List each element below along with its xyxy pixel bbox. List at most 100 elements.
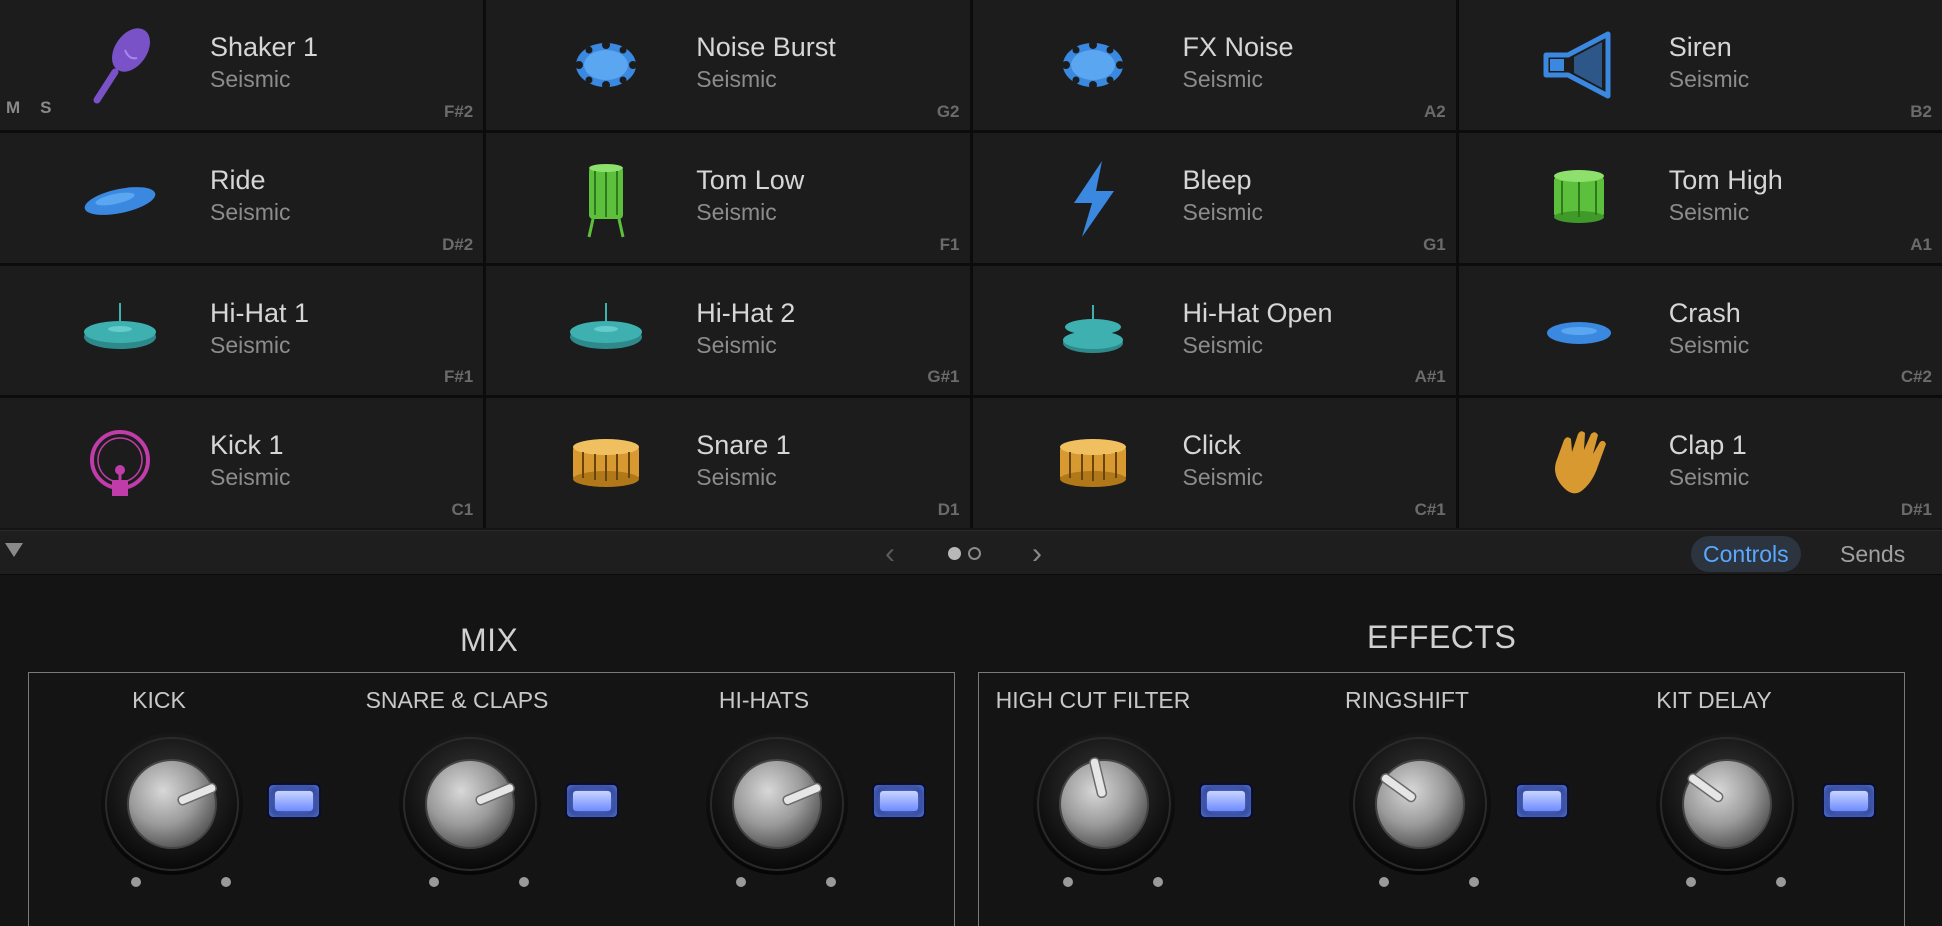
pad-library: Seismic [210, 464, 291, 491]
drum-pad[interactable]: Hi-Hat 1 Seismic F#1 [0, 265, 484, 396]
drum-pad-grid: Shaker 1 Seismic F#2 M S Noise Burst Seismic G2… [0, 0, 1942, 528]
knob-min-marker [736, 877, 746, 887]
hihat-icon [561, 285, 651, 375]
knob-max-marker [826, 877, 836, 887]
pad-name: Siren [1668, 32, 1732, 62]
cymbal-icon [75, 153, 165, 243]
pad-library: Seismic [696, 464, 777, 491]
pad-library: Seismic [1182, 464, 1264, 491]
enable-led-button[interactable] [1822, 783, 1876, 819]
drum-pad[interactable]: Crash Seismic C#2 [1458, 265, 1942, 396]
enable-led-button[interactable] [1199, 783, 1253, 819]
drum-pad[interactable]: Kick 1 Seismic C1 [0, 398, 484, 528]
page-dot-1[interactable] [948, 547, 961, 560]
pad-note: G#1 [927, 367, 960, 387]
tab-controls[interactable]: Controls [1691, 536, 1801, 572]
mix-knob-1: KICK [49, 673, 349, 926]
knob-label: KICK [132, 687, 186, 713]
pad-note: C1 [451, 500, 474, 519]
solo-button[interactable]: S [40, 98, 51, 117]
knob-min-marker [1379, 877, 1389, 887]
enable-led-button[interactable] [872, 783, 926, 819]
pad-name: Crash [1668, 297, 1741, 328]
next-page-arrow[interactable]: › [1032, 537, 1042, 571]
pad-name: Hi-Hat 2 [696, 297, 796, 328]
knob-max-marker [221, 877, 231, 887]
enable-led-button[interactable] [267, 783, 321, 819]
hihat-open-icon [1048, 285, 1138, 375]
pad-note: C#1 [1414, 500, 1446, 519]
pad-library: Seismic [1668, 66, 1750, 92]
collapse-triangle-icon[interactable] [5, 543, 23, 557]
pad-note: D#2 [442, 234, 474, 254]
pad-note: B2 [1910, 101, 1932, 121]
pad-name: Clap 1 [1668, 430, 1747, 461]
rotary-knob[interactable] [704, 731, 850, 877]
clap-icon [1534, 418, 1624, 508]
drum-pad[interactable]: Hi-Hat 2 Seismic G#1 [486, 265, 970, 396]
pad-library: Seismic [1182, 198, 1264, 225]
drum-pad[interactable]: Siren Seismic B2 [1458, 0, 1942, 130]
drum-pad[interactable]: Tom High Seismic A1 [1458, 132, 1942, 263]
drum-pad[interactable]: Tom Low Seismic F1 [486, 132, 970, 263]
pad-library: Seismic [1182, 331, 1264, 358]
drum-pad[interactable]: Bleep Seismic G1 [972, 132, 1456, 263]
drum-pad[interactable]: FX Noise Seismic A2 [972, 0, 1456, 130]
drum-pad[interactable]: Click Seismic C#1 [972, 398, 1456, 528]
rotary-knob[interactable] [99, 731, 245, 877]
pad-note: C#2 [1900, 367, 1932, 387]
siren-icon [1534, 20, 1624, 110]
pad-library: Seismic [210, 66, 291, 92]
mute-button[interactable]: M [6, 98, 20, 117]
pad-note: F#1 [443, 367, 474, 387]
pad-note: G2 [936, 101, 960, 121]
effects-knob-1: HIGH CUT FILTER [969, 673, 1269, 926]
page-dot-2[interactable] [968, 547, 981, 560]
rotary-knob[interactable] [1654, 731, 1800, 877]
pad-name: Noise Burst [696, 32, 836, 62]
knob-label: SNARE & CLAPS [365, 687, 549, 713]
tab-sends[interactable]: Sends [1828, 536, 1917, 572]
drum-pad[interactable]: Clap 1 Seismic D#1 [1458, 398, 1942, 528]
pad-library: Seismic [696, 198, 777, 225]
pad-library: Seismic [210, 198, 291, 225]
pad-name: Tom Low [696, 164, 805, 195]
mix-knob-3: HI-HATS [654, 673, 954, 926]
pad-note: D1 [937, 500, 960, 519]
pad-library: Seismic [1668, 198, 1750, 225]
mix-panel: KICK SNARE & CLAPS HI-HATS [28, 672, 955, 926]
pad-name: Tom High [1668, 164, 1783, 195]
effects-knob-2: RINGSHIFT [1297, 673, 1597, 926]
knob-label: RINGSHIFT [1345, 687, 1469, 713]
pad-note: G1 [1423, 234, 1446, 254]
pad-library: Seismic [1182, 66, 1264, 92]
pad-name: Shaker 1 [210, 32, 319, 62]
floor-tom-icon [561, 153, 651, 243]
controls-area: MIX EFFECTS KICK SNARE & CLAPS HI-HATS H… [0, 577, 1942, 926]
pad-name: FX Noise [1182, 32, 1294, 62]
hihat-icon [75, 285, 165, 375]
mix-title: MIX [460, 622, 519, 658]
rotary-knob[interactable] [397, 731, 543, 877]
drum-pad[interactable]: Snare 1 Seismic D1 [486, 398, 970, 528]
drum-pad[interactable]: Hi-Hat Open Seismic A#1 [972, 265, 1456, 396]
pad-note: A2 [1424, 101, 1446, 121]
drum-pad[interactable]: Ride Seismic D#2 [0, 132, 484, 263]
drum-pad[interactable]: Noise Burst Seismic G2 [486, 0, 970, 130]
lightning-icon [1048, 153, 1138, 243]
pad-name: Bleep [1182, 164, 1252, 195]
knob-label: KIT DELAY [1656, 687, 1772, 713]
pad-navigation-bar: ‹ › Controls Sends [0, 530, 1942, 575]
kick-icon [75, 418, 165, 508]
knob-min-marker [1686, 877, 1696, 887]
rotary-knob[interactable] [1347, 731, 1493, 877]
effects-title: EFFECTS [1367, 619, 1517, 655]
knob-label: HI-HATS [718, 687, 810, 713]
enable-led-button[interactable] [565, 783, 619, 819]
knob-max-marker [1153, 877, 1163, 887]
previous-page-arrow[interactable]: ‹ [885, 537, 895, 571]
pad-library: Seismic [210, 331, 291, 358]
rotary-knob[interactable] [1031, 731, 1177, 877]
drum-pad[interactable]: Shaker 1 Seismic F#2 M S [0, 0, 484, 130]
enable-led-button[interactable] [1515, 783, 1569, 819]
